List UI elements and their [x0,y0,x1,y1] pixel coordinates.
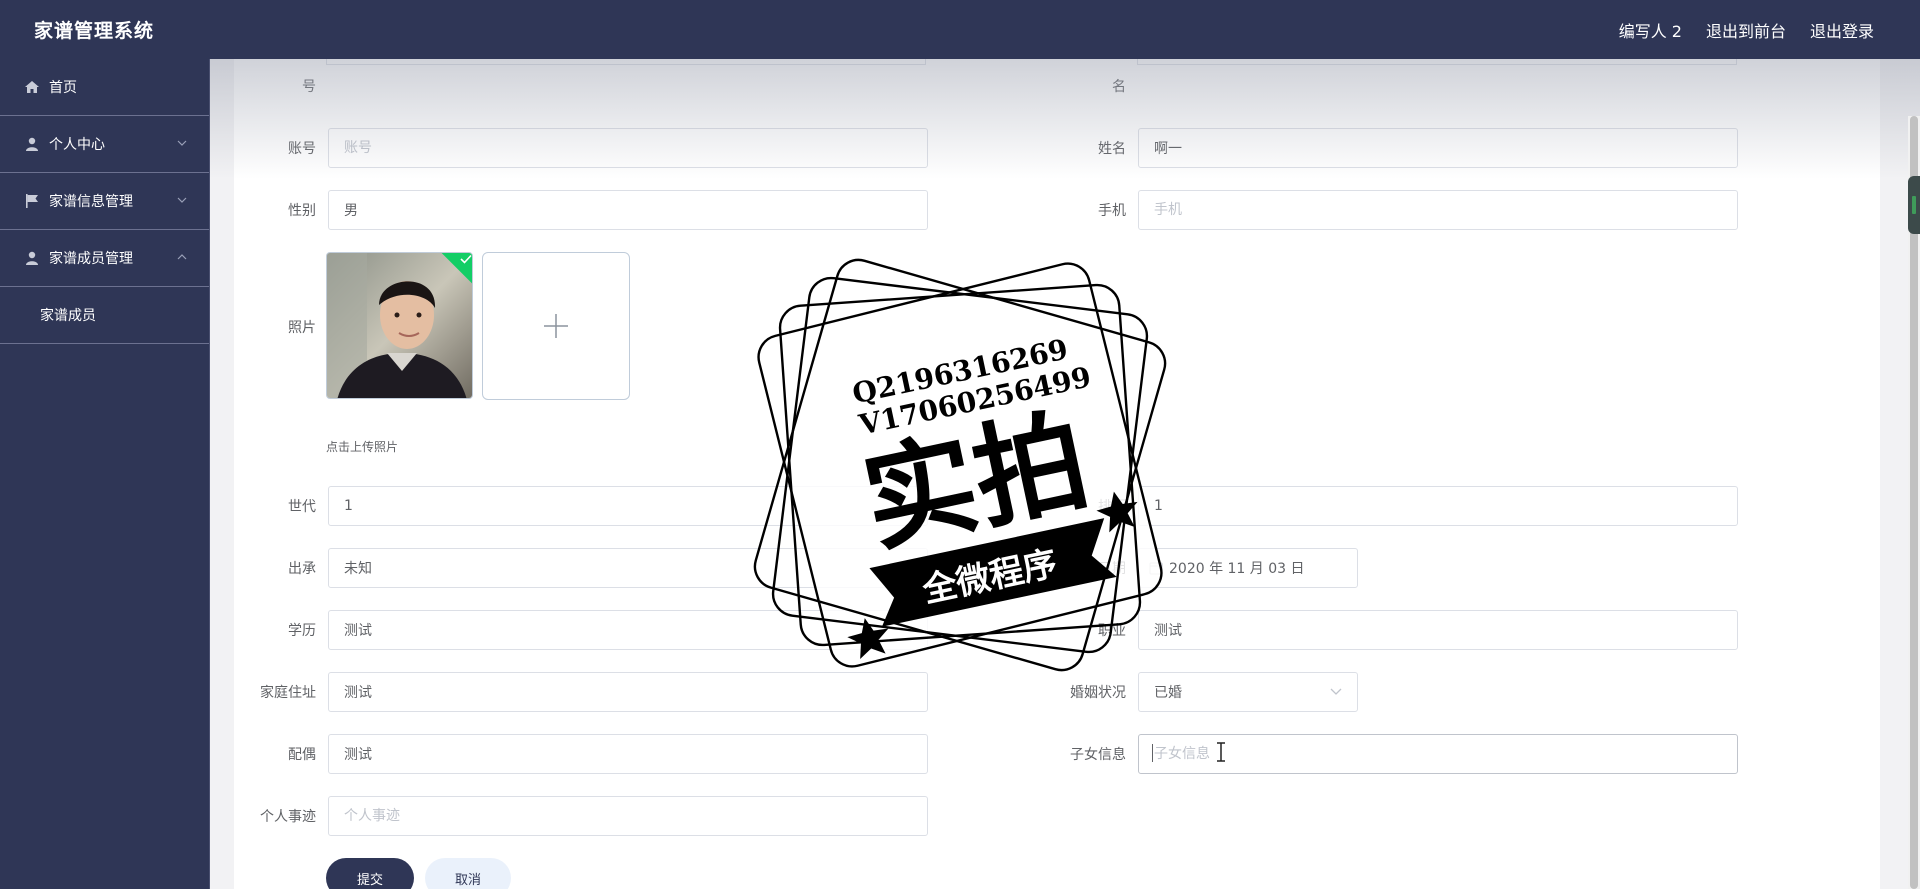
app-title: 家谱管理系统 [34,20,155,42]
form-row-gender: 性别 男 [210,190,928,230]
text-caret [1152,744,1153,762]
exit-front-link[interactable]: 退出到前台 [1706,18,1786,42]
form-row-inherit: 出承 未知 [210,548,928,588]
account-input[interactable] [328,128,928,168]
sidebar-item-genealogy-info[interactable]: 家谱信息管理 [0,173,209,230]
form-row-spouse: 配偶 测试 [210,734,928,774]
generation-label: 世代 [288,499,316,515]
photo-upload-button[interactable] [482,252,630,400]
sidebar-item-personal-center[interactable]: 个人中心 [0,116,209,173]
portrait-image [327,253,472,398]
generation-input[interactable]: 1 [328,486,928,526]
rank-input[interactable]: 1 [1138,486,1738,526]
check-icon [460,254,472,264]
current-user: 编写人 2 [1618,21,1682,41]
home-icon [24,79,40,95]
sidebar-item-label: 个人中心 [49,137,105,153]
marital-label: 婚姻状况 [1070,685,1126,701]
form-row-birthdate: 出生日期 2020 年 11 月 03 日 [1020,548,1358,588]
children-input[interactable] [1138,734,1738,774]
user-icon [24,136,40,152]
inherit-input[interactable]: 未知 [328,548,928,588]
inherit-label: 出承 [288,561,316,577]
header-actions: 编写人 2 退出到前台 退出登录 [1619,18,1874,42]
spouse-input[interactable]: 测试 [328,734,928,774]
user-icon [24,250,40,266]
sidebar-subitem-members[interactable]: 家谱成员 [0,287,209,344]
occupation-label: 职业 [1098,623,1126,639]
calendar-icon [1149,562,1163,575]
photo-label: 照片 [288,320,316,336]
gender-input[interactable]: 男 [328,190,928,230]
account-label: 账号 [288,141,316,157]
deeds-input[interactable] [328,796,928,836]
top-bar: 家谱管理系统 编写人 2 退出到前台 退出登录 [0,0,1920,59]
uploaded-photo[interactable] [326,252,473,399]
spouse-label: 配偶 [288,747,316,763]
education-input[interactable]: 测试 [328,610,928,650]
sidebar-item-label: 家谱成员 [40,308,96,324]
side-widget-handle[interactable] [1908,176,1920,234]
gender-label: 性别 [288,203,316,219]
form-row-marital: 婚姻状况 已婚 [1020,672,1358,712]
flag-icon [24,193,40,209]
partial-input-left[interactable] [326,59,926,65]
name-input[interactable]: 啊一 [1138,128,1738,168]
address-label: 家庭住址 [260,685,316,701]
photo-upload-hint: 点击上传照片 [326,440,399,454]
marital-select[interactable]: 已婚 [1138,672,1358,712]
form-row-name: 姓名 啊一 [1020,128,1738,168]
battery-icon [1912,196,1916,214]
sidebar: 首页 个人中心 家谱信息管理 家谱成员管理 家谱成员 [0,59,210,889]
partial-label-left: 号 [302,79,316,95]
form-row-address: 家庭住址 测试 [210,672,928,712]
chevron-down-icon [177,197,187,203]
birthdate-value: 2020 年 11 月 03 日 [1169,561,1305,577]
partial-label-right: 名 [1112,79,1126,95]
form-row-phone: 手机 [1020,190,1738,230]
deeds-label: 个人事迹 [260,809,316,825]
address-input[interactable]: 测试 [328,672,928,712]
form-row-children: 子女信息 [1020,734,1738,774]
phone-input[interactable] [1138,190,1738,230]
occupation-input[interactable]: 测试 [1138,610,1738,650]
sidebar-item-label: 家谱信息管理 [49,194,133,210]
form-row-education: 学历 测试 [210,610,928,650]
chevron-down-icon [1330,688,1342,695]
logout-link[interactable]: 退出登录 [1810,18,1874,42]
sidebar-item-label: 家谱成员管理 [49,251,133,267]
sidebar-item-member-management[interactable]: 家谱成员管理 [0,230,209,287]
education-label: 学历 [288,623,316,639]
birthdate-label: 出生日期 [1070,561,1126,577]
form-row-occupation: 职业 测试 [1020,610,1738,650]
ibeam-cursor-icon [1217,742,1225,762]
sidebar-item-home[interactable]: 首页 [0,59,209,116]
form-row-generation: 世代 1 [210,486,928,526]
marital-value: 已婚 [1154,685,1182,701]
main-content: 号 名 账号 姓名 啊一 性别 男 手机 照片 [210,59,1920,889]
chevron-up-icon [177,254,187,260]
chevron-down-icon [177,140,187,146]
name-label: 姓名 [1098,141,1126,157]
children-label: 子女信息 [1070,747,1126,763]
rank-label: 排行 [1098,499,1126,515]
plus-icon [544,314,568,338]
form-row-rank: 排行 1 [1020,486,1738,526]
birthdate-picker[interactable]: 2020 年 11 月 03 日 [1138,548,1358,588]
cancel-button[interactable]: 取消 [425,858,511,889]
sidebar-item-label: 首页 [49,80,77,96]
phone-label: 手机 [1098,203,1126,219]
partial-input-right[interactable] [1137,59,1737,65]
submit-button[interactable]: 提交 [326,858,414,889]
form-row-deeds: 个人事迹 [210,796,928,836]
form-row-account: 账号 [210,128,928,168]
